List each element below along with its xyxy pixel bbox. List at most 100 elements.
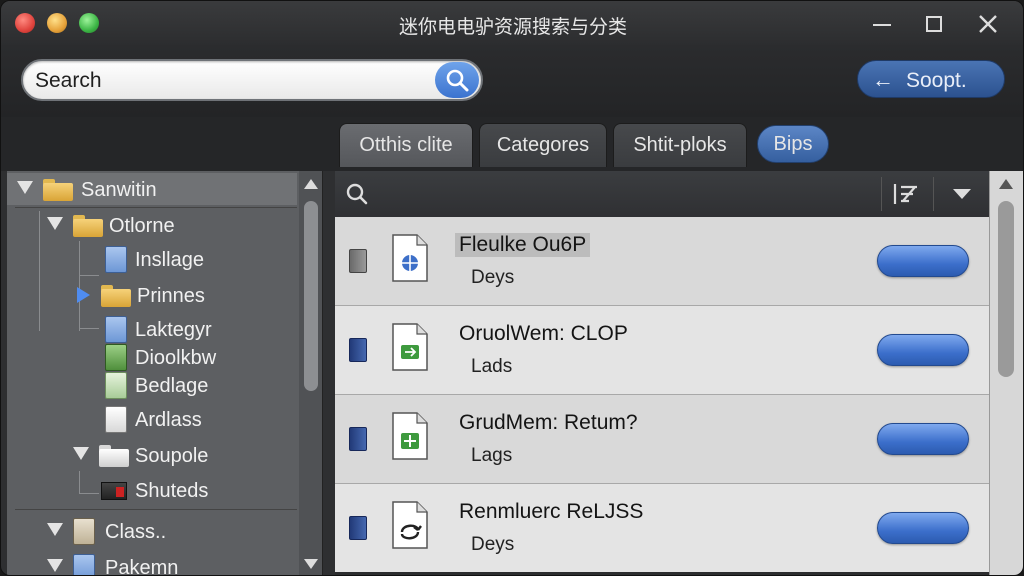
book-icon <box>349 516 367 540</box>
document-icon <box>105 344 127 371</box>
tab-otthis-clite[interactable]: Otthis clite <box>339 123 473 167</box>
chevron-down-icon[interactable] <box>953 189 971 199</box>
search-field <box>21 59 483 101</box>
plus-file-icon <box>392 412 428 460</box>
globe-file-icon <box>392 234 428 282</box>
minimize-window-button[interactable] <box>867 9 897 39</box>
minimize-traffic-light[interactable] <box>47 13 67 33</box>
close-traffic-light[interactable] <box>15 13 35 33</box>
result-action-button[interactable] <box>877 423 969 455</box>
media-icon <box>101 482 127 500</box>
scroll-up-arrow-icon[interactable] <box>304 179 318 189</box>
result-action-button[interactable] <box>877 512 969 544</box>
results-scrollbar[interactable] <box>989 171 1023 575</box>
tree-guide-line <box>79 275 99 276</box>
minimize-icon <box>873 24 891 26</box>
tab-shtit-ploks[interactable]: Shtit-ploks <box>613 123 747 167</box>
sidebar-item-label: Insllage <box>135 249 204 271</box>
app-window: 迷你电电驴资源搜索与分类 ← Soopt. Otthis clite C <box>0 0 1024 576</box>
search-button[interactable] <box>435 62 479 98</box>
filter-search-icon[interactable] <box>345 182 369 206</box>
sidebar-item-label: Otlorne <box>109 215 175 237</box>
sidebar-item-otlorne[interactable]: Otlorne <box>7 209 297 241</box>
search-input[interactable] <box>35 68 425 94</box>
tab-bar: Otthis clite Categores Shtit-ploks Bips <box>1 117 1023 171</box>
sidebar-item-label: Soupole <box>135 445 209 467</box>
sidebar-item-ardlass[interactable]: Ardlass <box>7 403 297 435</box>
sidebar-item-label: Pakemn <box>105 557 179 576</box>
list-item[interactable]: OruolWem: CLOP Lads <box>335 306 989 394</box>
sidebar-scroll-thumb[interactable] <box>304 201 318 391</box>
sort-icon[interactable] <box>891 181 921 207</box>
result-name: OruolWem: CLOP <box>459 322 628 345</box>
result-subtitle: Lads <box>471 356 513 377</box>
list-item[interactable]: GrudMem: Retum? Lags <box>335 395 989 483</box>
result-subtitle: Lags <box>471 445 513 466</box>
list-item[interactable]: Fleulke Ou6P Deys <box>335 217 989 305</box>
result-name: GrudMem: Retum? <box>459 411 638 434</box>
results-header <box>335 171 989 217</box>
disclosure-expanded-icon <box>47 217 63 230</box>
document-icon <box>105 316 127 343</box>
title-bar: 迷你电电驴资源搜索与分类 <box>1 1 1023 45</box>
add-file-icon <box>392 323 428 371</box>
header-divider <box>881 177 882 211</box>
results-scroll-thumb[interactable] <box>998 201 1014 377</box>
sidebar-item-pakemn[interactable]: Pakemn <box>7 551 297 576</box>
sidebar-divider <box>15 509 297 510</box>
sidebar-item-prinnes[interactable]: Prinnes <box>7 279 297 311</box>
result-subtitle: Deys <box>471 267 515 288</box>
back-arrow-icon: ← <box>872 67 894 92</box>
result-action-button[interactable] <box>877 245 969 277</box>
sidebar-item-class[interactable]: Class.. <box>7 515 297 547</box>
result-action-button[interactable] <box>877 334 969 366</box>
book-icon <box>349 427 367 451</box>
document-icon <box>105 406 127 433</box>
sidebar-item-bedlage[interactable]: Bedlage <box>7 369 297 401</box>
sidebar-item-insllage[interactable]: Insllage <box>7 243 297 275</box>
sidebar-item-label: Shuteds <box>135 480 209 502</box>
stack-icon <box>73 518 95 545</box>
disclosure-expanded-icon <box>17 181 33 194</box>
sidebar-item-label: Prinnes <box>137 285 205 307</box>
document-icon <box>105 246 127 273</box>
sidebar-item-label: Ardlass <box>135 409 202 431</box>
sidebar-item-label: Class.. <box>105 521 167 543</box>
disclosure-collapsed-icon <box>77 287 90 303</box>
sidebar-item-soupole[interactable]: Soupole <box>7 439 297 471</box>
sidebar-item-label: Laktegyr <box>135 319 212 341</box>
book-icon <box>349 338 367 362</box>
back-button[interactable]: ← Soopt. <box>857 60 1005 98</box>
result-name: Fleulke Ou6P <box>455 233 591 257</box>
sidebar-scrollbar[interactable] <box>299 171 322 575</box>
maximize-window-button[interactable] <box>919 9 949 39</box>
tab-bips[interactable]: Bips <box>757 125 829 163</box>
sidebar-item-label: Dioolkbw <box>135 347 217 369</box>
book-icon <box>349 249 367 273</box>
sidebar-item-sanwitin[interactable]: Sanwitin <box>7 173 297 205</box>
document-icon <box>73 554 95 575</box>
sidebar-divider <box>15 207 297 208</box>
search-icon <box>446 69 469 92</box>
results-panel: Fleulke Ou6P Deys OruolWem: CLOP Lads Gr… <box>335 171 1023 575</box>
header-divider <box>933 177 934 211</box>
sidebar-item-shuteds[interactable]: Shuteds <box>7 474 297 506</box>
refresh-file-icon <box>392 501 428 549</box>
scroll-down-arrow-icon[interactable] <box>304 559 318 569</box>
sidebar-item-label: Sanwitin <box>81 179 157 201</box>
disclosure-expanded-icon <box>47 559 63 572</box>
zoom-traffic-light[interactable] <box>79 13 99 33</box>
document-icon <box>105 372 127 399</box>
window-title: 迷你电电驴资源搜索与分类 <box>398 16 627 38</box>
list-item[interactable]: Renmluerc ReLJSS Deys <box>335 484 989 572</box>
result-name: Renmluerc ReLJSS <box>459 500 644 523</box>
sidebar-tree: Sanwitin Otlorne Insllage Prinnes Lakteg… <box>7 171 323 576</box>
folder-icon <box>99 445 129 467</box>
tab-categores[interactable]: Categores <box>479 123 607 167</box>
scroll-up-arrow-icon[interactable] <box>999 179 1013 189</box>
close-icon <box>979 15 997 33</box>
close-window-button[interactable] <box>973 9 1003 39</box>
folder-icon <box>73 215 103 237</box>
disclosure-expanded-icon <box>47 523 63 536</box>
result-subtitle: Deys <box>471 534 515 555</box>
